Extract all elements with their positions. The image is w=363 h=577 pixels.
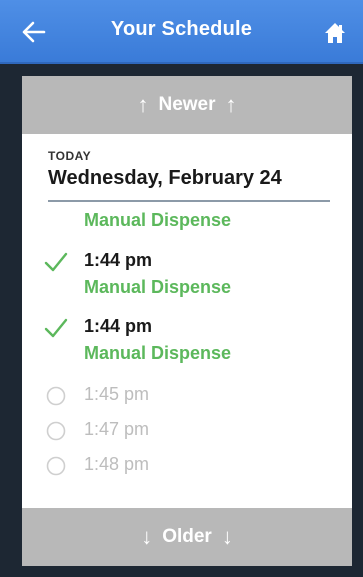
dose-time: 1:44 pm: [84, 250, 153, 270]
app-header: Your Schedule: [0, 0, 363, 64]
dispense-note: Manual Dispense: [84, 343, 232, 363]
checkmark-icon: [44, 252, 68, 272]
schedule-panel: ↑ Newer ↑ TODAY Wednesday, February 24 M…: [22, 76, 352, 566]
dispense-note: Manual Dispense: [84, 277, 232, 297]
page-title: Your Schedule: [110, 18, 253, 40]
dose-time: 1:45 pm: [84, 384, 150, 404]
older-label: Older: [162, 526, 212, 547]
newer-label: Newer: [158, 94, 216, 115]
checkmark-icon: [44, 318, 68, 338]
schedule-list: Manual Dispense 1:44 pm Manual Dispense …: [22, 204, 352, 504]
up-arrow-icon: ↑: [137, 92, 149, 117]
up-arrow-icon: ↑: [225, 92, 237, 117]
dose-time: 1:47 pm: [84, 419, 150, 439]
divider: [48, 200, 330, 202]
dispense-note: Manual Dispense: [84, 210, 232, 230]
home-icon: [325, 23, 345, 43]
day-date: Wednesday, February 24: [48, 167, 282, 189]
empty-circle-icon: [46, 421, 66, 441]
down-arrow-icon: ↓: [221, 524, 233, 549]
day-label: TODAY: [48, 149, 92, 163]
newer-button[interactable]: ↑ Newer ↑: [22, 76, 352, 134]
dose-time: 1:44 pm: [84, 316, 153, 336]
older-button[interactable]: ↓ Older ↓: [22, 508, 352, 566]
empty-circle-icon: [46, 456, 66, 476]
dose-time: 1:48 pm: [84, 454, 150, 474]
empty-circle-icon: [46, 386, 66, 406]
down-arrow-icon: ↓: [141, 524, 153, 549]
home-button[interactable]: [315, 16, 355, 50]
